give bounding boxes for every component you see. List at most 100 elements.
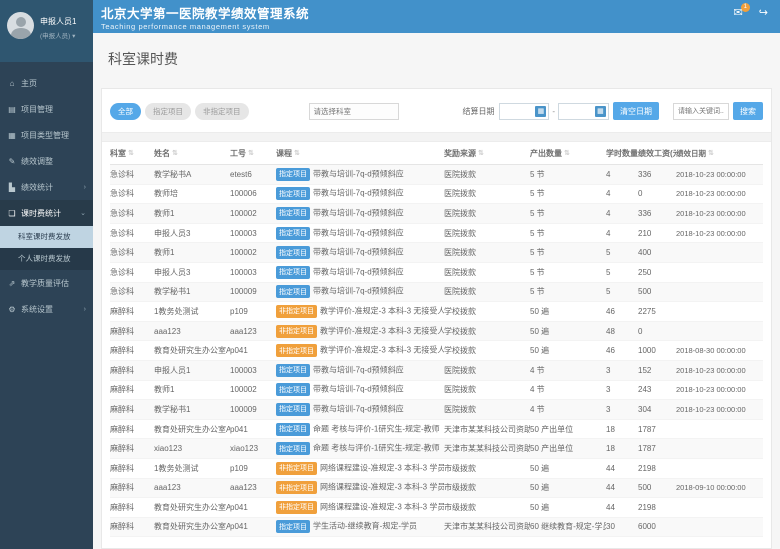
- filter-table-divider: [102, 132, 771, 142]
- sidebar-subitem-personal-course-fee[interactable]: 个人课时费发放: [0, 248, 93, 270]
- column-header-9[interactable]: 绩效日期⇅: [676, 148, 763, 159]
- sidebar-item-project-type-management[interactable]: ▦项目类型管理: [0, 122, 93, 148]
- search-button[interactable]: 搜索: [733, 102, 763, 120]
- cell-course: 非指定项目网络课程建设-准规定-3 本科-3 学员: [276, 462, 444, 475]
- cell-reward-source: 医院拨款: [444, 404, 530, 415]
- chevron-icon: ›: [84, 184, 86, 191]
- messages-icon[interactable]: ✉ 1: [734, 8, 743, 19]
- settlement-date-start-input[interactable]: ▦: [499, 103, 550, 120]
- sort-icon[interactable]: ⇅: [128, 149, 134, 157]
- sidebar-item-project-management[interactable]: ▤项目管理: [0, 96, 93, 122]
- cell-course: 指定项目带教与培训-7q-d预倾斜应: [276, 285, 444, 298]
- table-row[interactable]: 麻醉科1教务处测试p109非指定项目教学评价-准规定-3 本科-3 无接受人学校…: [110, 302, 763, 322]
- sidebar-subitem-dept-course-fee[interactable]: 科室课时费发放: [0, 226, 93, 248]
- sort-icon[interactable]: ⇅: [294, 149, 300, 157]
- table-row[interactable]: 急诊科申报人员3100003指定项目带教与培训-7q-d预倾斜应医院拨款5 节5…: [110, 263, 763, 283]
- table-row[interactable]: 急诊科申报人员3100003指定项目带教与培训-7q-d预倾斜应医院拨款5 节4…: [110, 224, 763, 244]
- sort-icon[interactable]: ⇅: [564, 149, 570, 157]
- table-row[interactable]: 急诊科教师1100002指定项目带教与培训-7q-d预倾斜应医院拨款5 节433…: [110, 204, 763, 224]
- logout-icon[interactable]: ↪: [759, 8, 768, 19]
- cell-reward-source: 市级拨款: [444, 463, 530, 474]
- table-row[interactable]: 急诊科教学秘书1100009指定项目带教与培训-7q-d预倾斜应医院拨款5 节5…: [110, 283, 763, 303]
- project-type-badge: 指定项目: [276, 207, 310, 220]
- cell-performance-pay: 400: [638, 248, 676, 257]
- calendar-icon[interactable]: ▦: [595, 106, 606, 117]
- table-row[interactable]: 麻醉科aaa123aaa123非指定项目教学评价-准规定-3 本科-3 无接受人…: [110, 322, 763, 342]
- filter-tab-non-designated[interactable]: 非指定项目: [195, 103, 249, 120]
- table-row[interactable]: 麻醉科教学秘书1100009指定项目带教与培训-7q-d预倾斜应医院拨款4 节3…: [110, 400, 763, 420]
- table-row[interactable]: 急诊科教师1100002指定项目带教与培训-7q-d预倾斜应医院拨款5 节540…: [110, 243, 763, 263]
- table-row[interactable]: 麻醉科教师1100002指定项目带教与培训-7q-d预倾斜应医院拨款4 节324…: [110, 381, 763, 401]
- file-icon: ▤: [7, 105, 17, 114]
- notification-badge: 1: [741, 3, 750, 12]
- table-row[interactable]: 急诊科教学秘书Aetest6指定项目带教与培训-7q-d预倾斜应医院拨款5 节4…: [110, 165, 763, 185]
- sort-icon[interactable]: ⇅: [172, 149, 178, 157]
- calendar-icon[interactable]: ▦: [535, 106, 546, 117]
- column-header-5[interactable]: 奖励来源⇅: [444, 148, 530, 159]
- table-row[interactable]: 麻醉科申报人员1100003指定项目带教与培训-7q-d预倾斜应医院拨款4 节3…: [110, 361, 763, 381]
- bar-chart-icon: ▙: [7, 183, 17, 192]
- cell-department: 麻醉科: [110, 521, 154, 532]
- table-row[interactable]: 麻醉科教育处研究生办公室Ap041指定项目学生活动-继续教育-规定-学员天津市某…: [110, 518, 763, 538]
- cell-reward-source: 医院拨款: [444, 228, 530, 239]
- user-role-dropdown[interactable]: (申报人员) ▾: [40, 30, 76, 40]
- table-row[interactable]: 急诊科教师培100006指定项目带教与培训-7q-d预倾斜应医院拨款5 节402…: [110, 185, 763, 205]
- project-type-badge: 指定项目: [276, 442, 310, 455]
- clear-date-button[interactable]: 清空日期: [613, 102, 659, 120]
- sort-icon[interactable]: ⇅: [248, 149, 254, 157]
- column-header-2[interactable]: 姓名⇅: [154, 148, 230, 159]
- settlement-date-end-input[interactable]: ▦: [558, 103, 609, 120]
- sort-icon[interactable]: ⇅: [478, 149, 484, 157]
- filter-tab-designated[interactable]: 指定项目: [145, 103, 191, 120]
- cell-reward-source: 医院拨款: [444, 169, 530, 180]
- cell-reward-source: 天津市某某科技公司资助项目: [444, 521, 530, 532]
- project-type-badge: 指定项目: [276, 520, 310, 533]
- cell-name: 教育处研究生办公室A: [154, 424, 230, 435]
- cell-name: 教育处研究生办公室A: [154, 345, 230, 356]
- course-text: 带教与培训-7q-d预倾斜应: [313, 169, 404, 178]
- gear-icon: ⚙: [7, 305, 17, 314]
- sidebar-item-performance-statistics[interactable]: ▙绩效统计›: [0, 174, 93, 200]
- column-header-3[interactable]: 工号⇅: [230, 148, 276, 159]
- table-row[interactable]: 麻醉科xiao123xiao123指定项目命题 考核与评价-1研究生-规定-教师…: [110, 439, 763, 459]
- column-header-1[interactable]: 科室⇅: [110, 148, 154, 159]
- project-type-badge: 非指定项目: [276, 344, 317, 357]
- table-row[interactable]: 麻醉科1教务处测试p109非指定项目网络课程建设-准规定-3 本科-3 学员市级…: [110, 459, 763, 479]
- course-text: 学生活动-继续教育-规定-学员: [313, 522, 417, 531]
- department-select-input[interactable]: [309, 103, 399, 120]
- cell-course: 非指定项目教学评价-准规定-3 本科-3 无接受人: [276, 344, 444, 357]
- column-header-4[interactable]: 课程⇅: [276, 148, 444, 159]
- table-row[interactable]: 麻醉科aaa123aaa123非指定项目网络课程建设-准规定-3 本科-3 学员…: [110, 479, 763, 499]
- keyword-search-input[interactable]: [673, 103, 729, 120]
- table-row[interactable]: 麻醉科教育处研究生办公室Ap041非指定项目教学评价-准规定-3 本科-3 无接…: [110, 341, 763, 361]
- chevron-icon: ⌄: [80, 209, 86, 217]
- sidebar-item-course-fee-statistics[interactable]: ❏课时费统计⌄: [0, 200, 93, 226]
- column-header-6[interactable]: 产出数量⇅: [530, 148, 606, 159]
- table-row[interactable]: 麻醉科教育处研究生办公室Ap041指定项目命题 考核与评价-1研究生-规定-教师…: [110, 420, 763, 440]
- cell-course: 指定项目命题 考核与评价-1研究生-规定-教师: [276, 442, 444, 455]
- sidebar-item-home[interactable]: ⌂主页: [0, 70, 93, 96]
- sidebar-item-teaching-quality-evaluation[interactable]: ⇗教学质量评估: [0, 270, 93, 296]
- cell-name: aaa123: [154, 327, 230, 336]
- sidebar-item-label: 主页: [21, 78, 37, 89]
- cell-department: 麻醉科: [110, 345, 154, 356]
- avatar[interactable]: [7, 12, 34, 39]
- cell-hours-quantity: 46: [606, 346, 638, 355]
- sidebar-item-performance-adjustment[interactable]: ✎绩效调整: [0, 148, 93, 174]
- cell-performance-date: 2018-08-30 00:00:00: [676, 346, 763, 355]
- sidebar-item-system-settings[interactable]: ⚙系统设置›: [0, 296, 93, 322]
- sort-icon[interactable]: ⇅: [708, 149, 714, 157]
- column-header-8[interactable]: 绩效工资(元)⇅: [638, 148, 676, 159]
- cell-course: 指定项目带教与培训-7q-d预倾斜应: [276, 266, 444, 279]
- cell-name: 教育处研究生办公室A: [154, 521, 230, 532]
- table-row[interactable]: 麻醉科教育处研究生办公室Ap041非指定项目网络课程建设-准规定-3 本科-3 …: [110, 498, 763, 518]
- cell-output-quantity: 4 节: [530, 384, 606, 395]
- filter-tab-all[interactable]: 全部: [110, 103, 141, 120]
- sidebar-submenu: 科室课时费发放个人课时费发放: [0, 226, 93, 270]
- cell-name: 申报人员1: [154, 365, 230, 376]
- cell-reward-source: 天津市某某科技公司资助项目: [444, 443, 530, 454]
- course-text: 带教与培训-7q-d预倾斜应: [313, 365, 404, 374]
- column-label: 科室: [110, 148, 126, 159]
- column-header-7[interactable]: 学时数量⇅: [606, 148, 638, 159]
- cell-department: 急诊科: [110, 188, 154, 199]
